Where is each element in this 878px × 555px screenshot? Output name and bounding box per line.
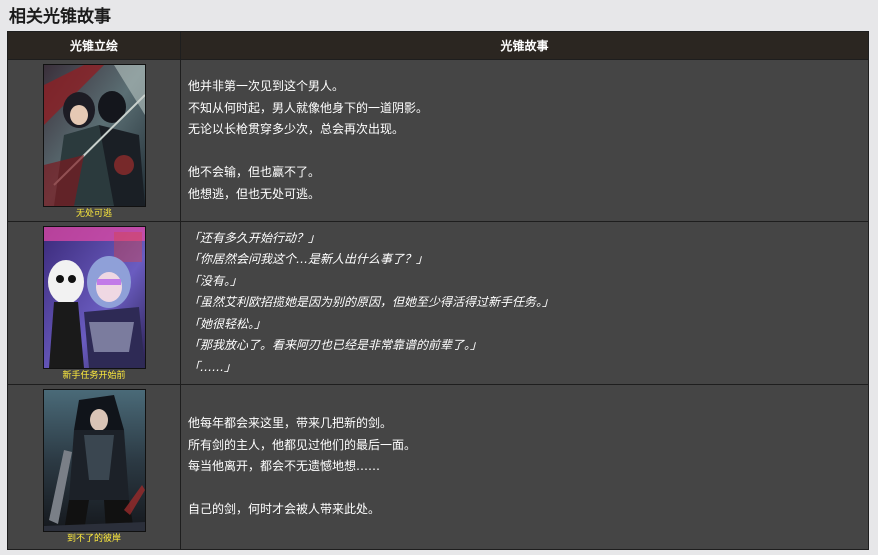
story-line: 每当他离开，都会不无遗憾地想……	[188, 459, 381, 474]
story-line: 「虽然艾利欧招揽她是因为别的原因，但她至少得活得过新手任务。」	[188, 295, 555, 310]
story-line	[188, 478, 862, 500]
story-line: 他想逃，但也无处可逃。	[188, 186, 321, 201]
artwork-caption: 无处可逃	[75, 209, 112, 219]
artwork-caption: 新手任务开始前	[62, 371, 126, 381]
header-story: 光锥故事	[180, 31, 869, 60]
light-cone-artwork[interactable]	[42, 389, 146, 532]
header-artwork: 光锥立绘	[7, 31, 181, 60]
story-line: 他每年都会来这里，带来几把新的剑。	[188, 416, 393, 431]
story-line: 「……」	[188, 359, 237, 374]
story-line: 他不会输，但也赢不了。	[188, 165, 321, 179]
story-line: 「那我放心了。看来阿刃也已经是非常靠谱的前辈了。」	[188, 338, 483, 353]
artwork-cell: 新手任务开始前	[7, 221, 181, 385]
light-cone-story-table: 光锥立绘 光锥故事 无处可逃 他并非第一次见到这个男人。 不知从何时起，男人就像…	[7, 31, 869, 550]
story-line: 不知从何时起，男人就像他身下的一道阴影。	[188, 100, 429, 115]
story-line: 「没有。」	[188, 273, 243, 288]
story-cell: 「还有多久开始行动？」 「你居然会问我这个…是新人出什么事了？」 「没有。」 「…	[180, 221, 869, 385]
story-cell: 他并非第一次见到这个男人。 不知从何时起，男人就像他身下的一道阴影。 无论以长枪…	[180, 59, 869, 222]
story-line: 「她很轻松。」	[188, 316, 267, 331]
light-cone-artwork[interactable]	[42, 64, 146, 207]
table-row: 无处可逃 他并非第一次见到这个男人。 不知从何时起，男人就像他身下的一道阴影。 …	[7, 59, 869, 222]
light-cone-artwork[interactable]	[42, 226, 146, 369]
story-line: 「你居然会问我这个…是新人出什么事了？」	[188, 252, 429, 267]
story-line: 无论以长枪贯穿多少次，总会再次出现。	[188, 122, 405, 136]
section-title: 相关光锥故事	[9, 7, 111, 27]
story-line	[188, 141, 862, 163]
artwork-cell: 无处可逃	[7, 59, 181, 222]
table-row: 到不了的彼岸 他每年都会来这里，带来几把新的剑。 所有剑的主人，他都见过他们的最…	[7, 384, 869, 550]
artwork-caption: 到不了的彼岸	[66, 534, 121, 544]
artwork-cell: 到不了的彼岸	[7, 384, 181, 550]
story-line: 「还有多久开始行动？」	[188, 230, 321, 245]
story-line: 自己的剑，何时才会被人带来此处。	[188, 502, 381, 517]
story-line: 所有剑的主人，他都见过他们的最后一面。	[188, 437, 417, 452]
table-row: 新手任务开始前 「还有多久开始行动？」 「你居然会问我这个…是新人出什么事了？」…	[7, 221, 869, 385]
story-line: 他并非第一次见到这个男人。	[188, 79, 345, 93]
story-cell: 他每年都会来这里，带来几把新的剑。 所有剑的主人，他都见过他们的最后一面。 每当…	[180, 384, 869, 550]
